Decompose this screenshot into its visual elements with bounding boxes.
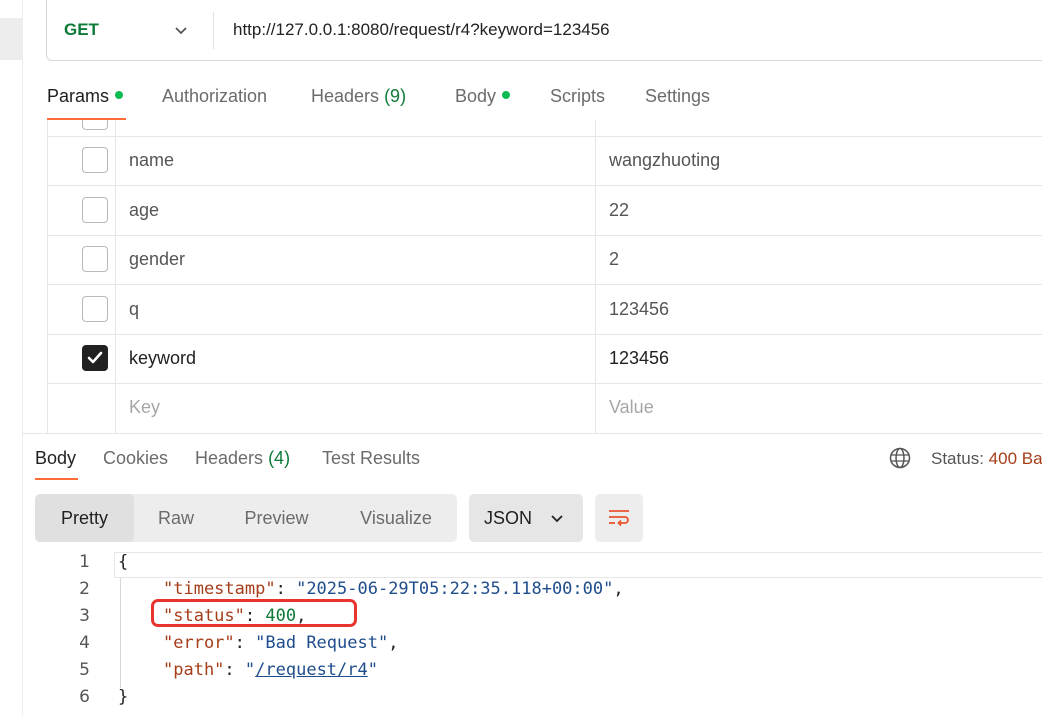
table-row-new: Key Value	[47, 384, 1042, 433]
tab-headers[interactable]: Headers (9)	[311, 86, 406, 107]
param-key[interactable]: age	[129, 200, 159, 221]
key-placeholder[interactable]: Key	[129, 397, 160, 418]
format-label: JSON	[484, 508, 533, 528]
row-checkbox[interactable]	[82, 296, 108, 322]
tab-label: Params	[47, 86, 110, 106]
json-key: "timestamp"	[163, 579, 276, 599]
param-value[interactable]: 123456	[609, 299, 669, 320]
tab-params[interactable]: Params	[47, 86, 124, 107]
line-number: 2	[79, 579, 90, 599]
tab-count: (4)	[268, 448, 291, 468]
params-table: name wangzhuoting age 22 gender 2 q 1234…	[47, 120, 1042, 433]
row-checkbox[interactable]	[82, 197, 108, 223]
code-line: "path": "/request/r4"	[163, 660, 378, 680]
json-key: "path"	[163, 660, 225, 680]
checkmark-icon	[87, 351, 103, 364]
response-status[interactable]: Status: 400 Ba	[931, 449, 1042, 469]
view-pretty-button[interactable]: Pretty	[35, 494, 134, 542]
response-tab-body[interactable]: Body	[35, 448, 76, 469]
url-divider	[213, 12, 214, 49]
line-number: 3	[79, 606, 90, 626]
line-number: 6	[79, 687, 90, 707]
modified-dot-icon	[502, 91, 511, 99]
left-sidebar-selected-item[interactable]	[0, 18, 22, 60]
status-label: Status:	[931, 449, 984, 468]
chevron-down-icon	[551, 515, 563, 523]
view-visualize-button[interactable]: Visualize	[335, 494, 457, 542]
url-input[interactable]: http://127.0.0.1:8080/request/r4?keyword…	[233, 20, 610, 40]
json-string: "2025-06-29T05:22:35.118+00:00"	[296, 579, 614, 599]
indent-guide	[120, 578, 121, 688]
red-annotation-box	[151, 599, 357, 627]
param-key[interactable]: name	[129, 150, 174, 171]
wrap-lines-icon	[609, 510, 629, 527]
line-number: 5	[79, 660, 90, 680]
row-checkbox[interactable]	[82, 246, 108, 272]
section-divider	[22, 433, 1042, 434]
json-quote: "	[367, 660, 378, 680]
table-row: keyword 123456	[47, 335, 1042, 384]
json-brace: }	[118, 687, 129, 707]
current-line-highlight	[114, 552, 1042, 578]
table-row: age 22	[47, 186, 1042, 236]
format-select[interactable]: JSON	[469, 494, 583, 542]
param-value[interactable]: 123456	[609, 348, 669, 369]
method-select[interactable]: GET	[64, 20, 99, 40]
row-checkbox[interactable]	[82, 147, 108, 173]
response-tab-headers[interactable]: Headers (4)	[195, 448, 290, 469]
view-raw-button[interactable]: Raw	[134, 494, 218, 542]
response-code-viewer[interactable]: 1 2 3 4 5 6 { "timestamp": "2025-06-29T0…	[0, 548, 1042, 716]
tab-settings[interactable]: Settings	[645, 86, 710, 107]
tab-scripts[interactable]: Scripts	[550, 86, 605, 107]
json-quote: "	[244, 660, 256, 680]
json-comma: ,	[388, 633, 399, 653]
param-key[interactable]: gender	[129, 249, 185, 270]
tab-body[interactable]: Body	[455, 86, 511, 107]
chevron-down-icon[interactable]	[171, 20, 191, 40]
row-checkbox[interactable]	[82, 120, 108, 130]
json-comma: ,	[613, 579, 624, 599]
table-row: gender 2	[47, 236, 1042, 285]
tab-authorization[interactable]: Authorization	[162, 86, 267, 107]
tab-label: Headers	[311, 86, 380, 106]
json-colon: :	[275, 579, 297, 599]
response-tab-cookies[interactable]: Cookies	[103, 448, 168, 469]
tab-count: (9)	[384, 86, 407, 106]
globe-icon[interactable]	[889, 447, 911, 469]
json-key: "error"	[163, 633, 235, 653]
code-line: }	[118, 687, 128, 707]
json-link[interactable]: /request/r4	[255, 660, 368, 680]
table-row	[47, 120, 1042, 137]
code-line: "error": "Bad Request",	[163, 633, 398, 653]
code-line: "timestamp": "2025-06-29T05:22:35.118+00…	[163, 579, 624, 599]
json-brace: {	[118, 552, 129, 572]
param-key[interactable]: q	[129, 299, 139, 320]
view-preview-button[interactable]: Preview	[218, 494, 335, 542]
param-value[interactable]: wangzhuoting	[609, 150, 720, 171]
status-code: 400 Ba	[988, 449, 1042, 468]
json-colon: :	[234, 633, 256, 653]
code-line: {	[118, 552, 128, 572]
modified-dot-icon	[115, 91, 124, 99]
tab-label: Headers	[195, 448, 264, 468]
param-value[interactable]: 2	[609, 249, 619, 270]
param-key[interactable]: keyword	[129, 348, 196, 369]
line-number: 4	[79, 633, 90, 653]
json-string: "Bad Request"	[255, 633, 389, 653]
response-tab-test-results[interactable]: Test Results	[322, 448, 420, 469]
tab-label: Body	[455, 86, 497, 106]
url-bar: GET http://127.0.0.1:8080/request/r4?key…	[46, 0, 1042, 61]
table-row: q 123456	[47, 285, 1042, 335]
param-value[interactable]: 22	[609, 200, 629, 221]
table-row: name wangzhuoting	[47, 137, 1042, 186]
row-checkbox-checked[interactable]	[82, 345, 108, 371]
view-mode-segmented: Pretty Raw Preview Visualize	[35, 494, 457, 542]
wrap-lines-button[interactable]	[595, 494, 643, 542]
json-colon: :	[224, 660, 245, 680]
line-number: 1	[79, 552, 90, 572]
value-placeholder[interactable]: Value	[609, 397, 654, 418]
active-tab-underline	[35, 478, 78, 480]
